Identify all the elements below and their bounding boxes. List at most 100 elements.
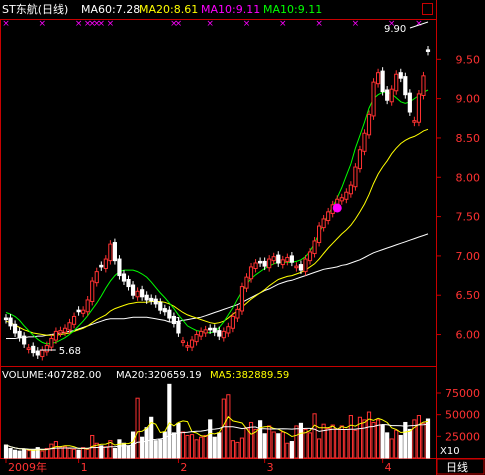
price-tick-label: 7.50 [456, 211, 481, 224]
candle-body [26, 347, 31, 350]
candle-body [12, 323, 18, 334]
candle-body [403, 76, 408, 96]
candle-body [285, 256, 290, 262]
volume-bar [49, 443, 54, 459]
volume-bar [17, 450, 22, 459]
candle-body [298, 264, 304, 271]
volume-bar [258, 420, 263, 459]
x-tick-label: 3 [267, 461, 274, 474]
price-tick-label: 6.00 [456, 329, 481, 342]
marker-annotation: 1 [175, 316, 181, 327]
candle-body [208, 327, 213, 331]
volume-bar [126, 445, 131, 459]
volume-axis: 25000 50000 75000 [436, 387, 480, 443]
top-marker: × [175, 19, 183, 29]
volume-bar [307, 432, 313, 459]
volume-bar [31, 449, 36, 459]
volume-bar [212, 436, 217, 459]
volume-bar [158, 439, 163, 459]
candle-body [76, 309, 81, 313]
volume-bar [371, 421, 376, 459]
candle-body [67, 322, 72, 331]
candle-body [321, 218, 326, 229]
candle-body [421, 75, 426, 96]
x-axis: 2009年 1 2 3 4 [5, 459, 392, 474]
candle-body [289, 255, 294, 263]
ma10-label-green: MA10:9.11 [263, 3, 322, 16]
period-button[interactable]: 日线 [436, 458, 485, 475]
top-marker: × [352, 19, 360, 29]
volume-bar [40, 450, 45, 459]
candle-body [81, 309, 86, 314]
volume-bar [203, 434, 208, 459]
candle-body [40, 349, 45, 358]
volume-bar [244, 427, 249, 459]
candle-body [244, 276, 249, 289]
candle-body [17, 330, 22, 339]
volume-bar [294, 425, 299, 459]
candle-body [412, 120, 417, 123]
window-box-icon[interactable] [422, 3, 433, 15]
period-button-label[interactable]: 日线 [446, 460, 468, 474]
candle-body [371, 81, 376, 117]
candle-body [344, 191, 349, 200]
volume-bar [326, 428, 331, 459]
volume-bar [194, 439, 199, 459]
candle-body [167, 309, 172, 319]
volume-bar [162, 431, 167, 459]
volume-bar [53, 441, 59, 459]
candle-body [49, 337, 54, 348]
candle-body [149, 297, 154, 302]
top-marker: × [315, 19, 323, 29]
price-tick-label: 9.00 [456, 93, 481, 106]
top-markers: × × × ×××× × ×× × × × × × × × [2, 19, 422, 29]
candle-body [217, 330, 222, 337]
candle-body [366, 113, 372, 136]
volume-bar [144, 427, 149, 459]
candle-body [180, 340, 186, 343]
candle-body [375, 72, 381, 85]
volume-bar [330, 424, 335, 459]
price-tick-label: 9.50 [456, 53, 481, 66]
marker-dot [332, 203, 342, 213]
volume-bar [335, 428, 340, 459]
candle-body [235, 308, 240, 319]
volume-bar [407, 428, 412, 459]
volume-bar [276, 433, 281, 459]
volume-bar [81, 447, 86, 459]
volume-bar [199, 436, 204, 459]
top-marker: × [107, 19, 115, 29]
ma10-label-magenta: MA10:9.11 [201, 3, 260, 16]
volume-bar [344, 428, 349, 459]
candle-body [158, 301, 163, 311]
candle-body [416, 93, 422, 123]
volume-bar [321, 423, 326, 459]
volume-bar [362, 419, 367, 459]
candle-body [22, 335, 27, 345]
x-tick-label: 4 [385, 461, 392, 474]
candle-body [71, 315, 77, 325]
volume-bar [253, 428, 258, 459]
volume-bar [85, 448, 90, 459]
candle-body [294, 265, 299, 269]
volume-bar [303, 428, 308, 459]
candle-body [140, 289, 145, 298]
x-tick-label: 2009年 [8, 460, 47, 474]
volume-bar [71, 448, 77, 459]
volume-bar [385, 432, 390, 459]
volume-bar [208, 419, 213, 459]
candle-body [108, 243, 113, 262]
volume-bar [348, 415, 353, 459]
volume-unit: X10 [440, 446, 460, 457]
volume-bar [380, 424, 385, 459]
volume-bar [140, 436, 145, 459]
top-marker: × [243, 19, 251, 29]
volume-bar [112, 447, 117, 459]
price-tick-label: 7.00 [456, 250, 481, 263]
candle-body [307, 251, 313, 262]
candle-body [153, 298, 158, 305]
candle-body [58, 330, 63, 334]
volume-bar [416, 415, 422, 459]
volume-bar [171, 432, 176, 459]
price-tick-label: 6.50 [456, 289, 481, 302]
